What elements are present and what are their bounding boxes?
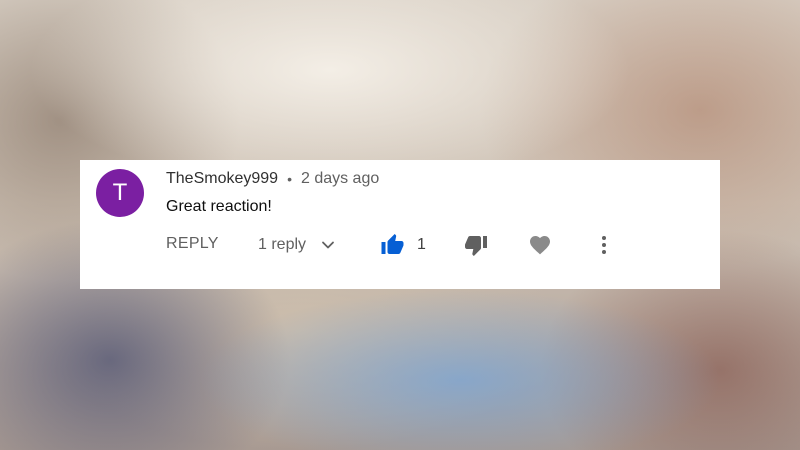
heart-icon	[530, 236, 550, 255]
comment-timestamp[interactable]: 2 days ago	[301, 170, 379, 188]
comment-header: TheSmokey999 • 2 days ago	[166, 168, 379, 190]
avatar-letter: T	[112, 179, 128, 206]
author-name[interactable]: TheSmokey999	[166, 170, 278, 188]
view-replies-toggle[interactable]: 1 reply	[258, 233, 336, 257]
like-button[interactable]: 1	[380, 232, 426, 258]
chevron-down-icon	[322, 241, 334, 249]
comment-text: Great reaction!	[166, 198, 272, 215]
thumbs-up-icon	[381, 234, 404, 254]
dislike-button[interactable]	[464, 233, 488, 257]
heart-button[interactable]	[528, 233, 552, 257]
like-count: 1	[417, 236, 426, 253]
more-actions-button[interactable]	[592, 233, 616, 257]
replies-count-label: 1 reply	[258, 236, 307, 253]
avatar[interactable]: T	[96, 169, 144, 217]
comment-card: T TheSmokey999 • 2 days ago Great reacti…	[80, 160, 720, 289]
reply-button[interactable]: REPLY	[166, 235, 219, 253]
separator-dot: •	[287, 171, 292, 187]
thumbs-down-icon	[465, 236, 487, 256]
more-vertical-icon	[602, 236, 606, 254]
